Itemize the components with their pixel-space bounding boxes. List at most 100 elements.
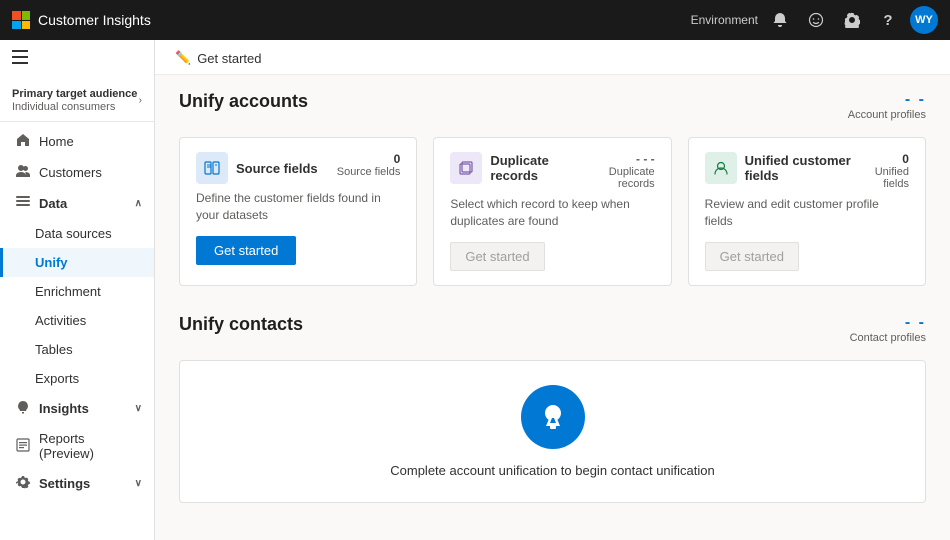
duplicate-records-count-label: Duplicate records	[580, 166, 654, 190]
unified-fields-card: Unified customer fields 0 Unified fields…	[688, 137, 926, 286]
help-icon[interactable]: ?	[874, 6, 902, 34]
content-body: Unify accounts - - Account profiles Sour…	[155, 75, 950, 519]
sidebar-item-data-sources[interactable]: Data sources	[0, 219, 154, 248]
contacts-icon	[521, 385, 585, 449]
sidebar-navigation: Home Customers Data ∧ Data sources	[0, 122, 154, 503]
card-icon-title: Duplicate records	[450, 152, 580, 184]
primary-audience-label: Primary target audience	[12, 87, 137, 101]
unify-contacts-header: Unify contacts - - Contact profiles	[179, 314, 926, 344]
contact-profiles-count-box: - - Contact profiles	[850, 314, 926, 344]
sidebar-label: Unify	[35, 255, 142, 270]
card-header: Unified customer fields 0 Unified fields	[705, 152, 909, 190]
sidebar-item-reports[interactable]: Reports (Preview)	[0, 424, 154, 468]
source-fields-count-box: 0 Source fields	[337, 152, 401, 178]
card-header: Duplicate records - - - Duplicate record…	[450, 152, 654, 190]
microsoft-logo-icon	[12, 11, 30, 29]
unified-fields-action: Get started	[705, 242, 909, 271]
primary-audience-sub: Individual consumers	[12, 101, 137, 113]
account-profiles-count-box: - - Account profiles	[848, 91, 926, 121]
hamburger-menu[interactable]	[0, 40, 154, 77]
home-icon	[15, 133, 31, 150]
duplicate-records-get-started-button: Get started	[450, 242, 544, 271]
breadcrumb-text: Get started	[197, 51, 261, 66]
edit-icon: ✏️	[175, 50, 191, 66]
account-profiles-label: Account profiles	[848, 109, 926, 121]
contacts-empty-text: Complete account unification to begin co…	[390, 463, 714, 478]
sidebar-label: Customers	[39, 165, 142, 180]
card-icon-title: Unified customer fields	[705, 152, 857, 184]
customers-icon	[15, 164, 31, 181]
sidebar-label: Data sources	[35, 226, 142, 241]
emoji-icon[interactable]	[802, 6, 830, 34]
unified-fields-icon	[705, 152, 737, 184]
reports-icon	[15, 438, 31, 455]
primary-audience-section[interactable]: Primary target audience Individual consu…	[0, 77, 154, 122]
unify-contacts-title: Unify contacts	[179, 314, 303, 335]
insights-collapse-icon: ∨	[135, 403, 142, 414]
sidebar-item-home[interactable]: Home	[0, 126, 154, 157]
unify-accounts-title: Unify accounts	[179, 91, 308, 112]
data-icon	[15, 195, 31, 212]
duplicate-records-action: Get started	[450, 242, 654, 271]
duplicate-records-card: Duplicate records - - - Duplicate record…	[433, 137, 671, 286]
app-logo[interactable]: Customer Insights	[12, 11, 151, 29]
source-fields-description: Define the customer fields found in your…	[196, 190, 400, 224]
app-name: Customer Insights	[38, 12, 151, 28]
insights-icon	[15, 400, 31, 417]
sidebar-label: Tables	[35, 342, 142, 357]
settings-icon[interactable]	[838, 6, 866, 34]
primary-audience-text: Primary target audience Individual consu…	[12, 87, 137, 113]
sidebar-label: Insights	[39, 401, 127, 416]
source-fields-card: Source fields 0 Source fields Define the…	[179, 137, 417, 286]
unify-accounts-cards: Source fields 0 Source fields Define the…	[179, 137, 926, 286]
unified-fields-count-label: Unified fields	[857, 166, 909, 190]
contact-profiles-label: Contact profiles	[850, 332, 926, 344]
contacts-empty-state: Complete account unification to begin co…	[179, 360, 926, 503]
top-navigation: Customer Insights Environment ? WY	[0, 0, 950, 40]
sidebar: Primary target audience Individual consu…	[0, 40, 155, 540]
data-collapse-icon: ∧	[135, 198, 142, 209]
topnav-right-area: Environment ? WY	[691, 6, 938, 34]
source-fields-get-started-button[interactable]: Get started	[196, 236, 296, 265]
unified-fields-count-box: 0 Unified fields	[857, 152, 909, 190]
sidebar-label: Data	[39, 196, 127, 211]
unified-fields-get-started-button: Get started	[705, 242, 799, 271]
primary-audience-chevron-icon: ›	[139, 95, 142, 106]
sidebar-label: Home	[39, 134, 142, 149]
sidebar-item-unify[interactable]: Unify	[0, 248, 154, 277]
sidebar-label: Enrichment	[35, 284, 142, 299]
account-profiles-count: - -	[848, 91, 926, 109]
breadcrumb: ✏️ Get started	[155, 40, 950, 75]
main-layout: Primary target audience Individual consu…	[0, 40, 950, 540]
settings-nav-icon	[15, 475, 31, 492]
duplicate-records-count-box: - - - Duplicate records	[580, 152, 654, 190]
sidebar-label: Activities	[35, 313, 142, 328]
sidebar-item-customers[interactable]: Customers	[0, 157, 154, 188]
card-header: Source fields 0 Source fields	[196, 152, 400, 184]
unified-fields-count: 0	[857, 152, 909, 166]
duplicate-records-icon	[450, 152, 482, 184]
user-avatar[interactable]: WY	[910, 6, 938, 34]
sidebar-item-exports[interactable]: Exports	[0, 364, 154, 393]
sidebar-item-data[interactable]: Data ∧	[0, 188, 154, 219]
unify-accounts-header: Unify accounts - - Account profiles	[179, 91, 926, 121]
unified-fields-description: Review and edit customer profile fields	[705, 196, 909, 230]
notification-icon[interactable]	[766, 6, 794, 34]
card-icon-title: Source fields	[196, 152, 318, 184]
environment-label: Environment	[691, 13, 758, 27]
sidebar-label: Settings	[39, 476, 127, 491]
contact-profiles-count: - -	[850, 314, 926, 332]
source-fields-action: Get started	[196, 236, 400, 265]
sidebar-label: Reports (Preview)	[39, 431, 142, 461]
source-fields-icon	[196, 152, 228, 184]
duplicate-records-count: - - -	[580, 152, 654, 166]
duplicate-records-description: Select which record to keep when duplica…	[450, 196, 654, 230]
sidebar-item-insights[interactable]: Insights ∨	[0, 393, 154, 424]
source-fields-title: Source fields	[236, 161, 318, 176]
sidebar-item-settings[interactable]: Settings ∨	[0, 468, 154, 499]
content-area: ✏️ Get started Unify accounts - - Accoun…	[155, 40, 950, 540]
sidebar-item-activities[interactable]: Activities	[0, 306, 154, 335]
source-fields-count: 0	[337, 152, 401, 166]
sidebar-item-enrichment[interactable]: Enrichment	[0, 277, 154, 306]
sidebar-item-tables[interactable]: Tables	[0, 335, 154, 364]
